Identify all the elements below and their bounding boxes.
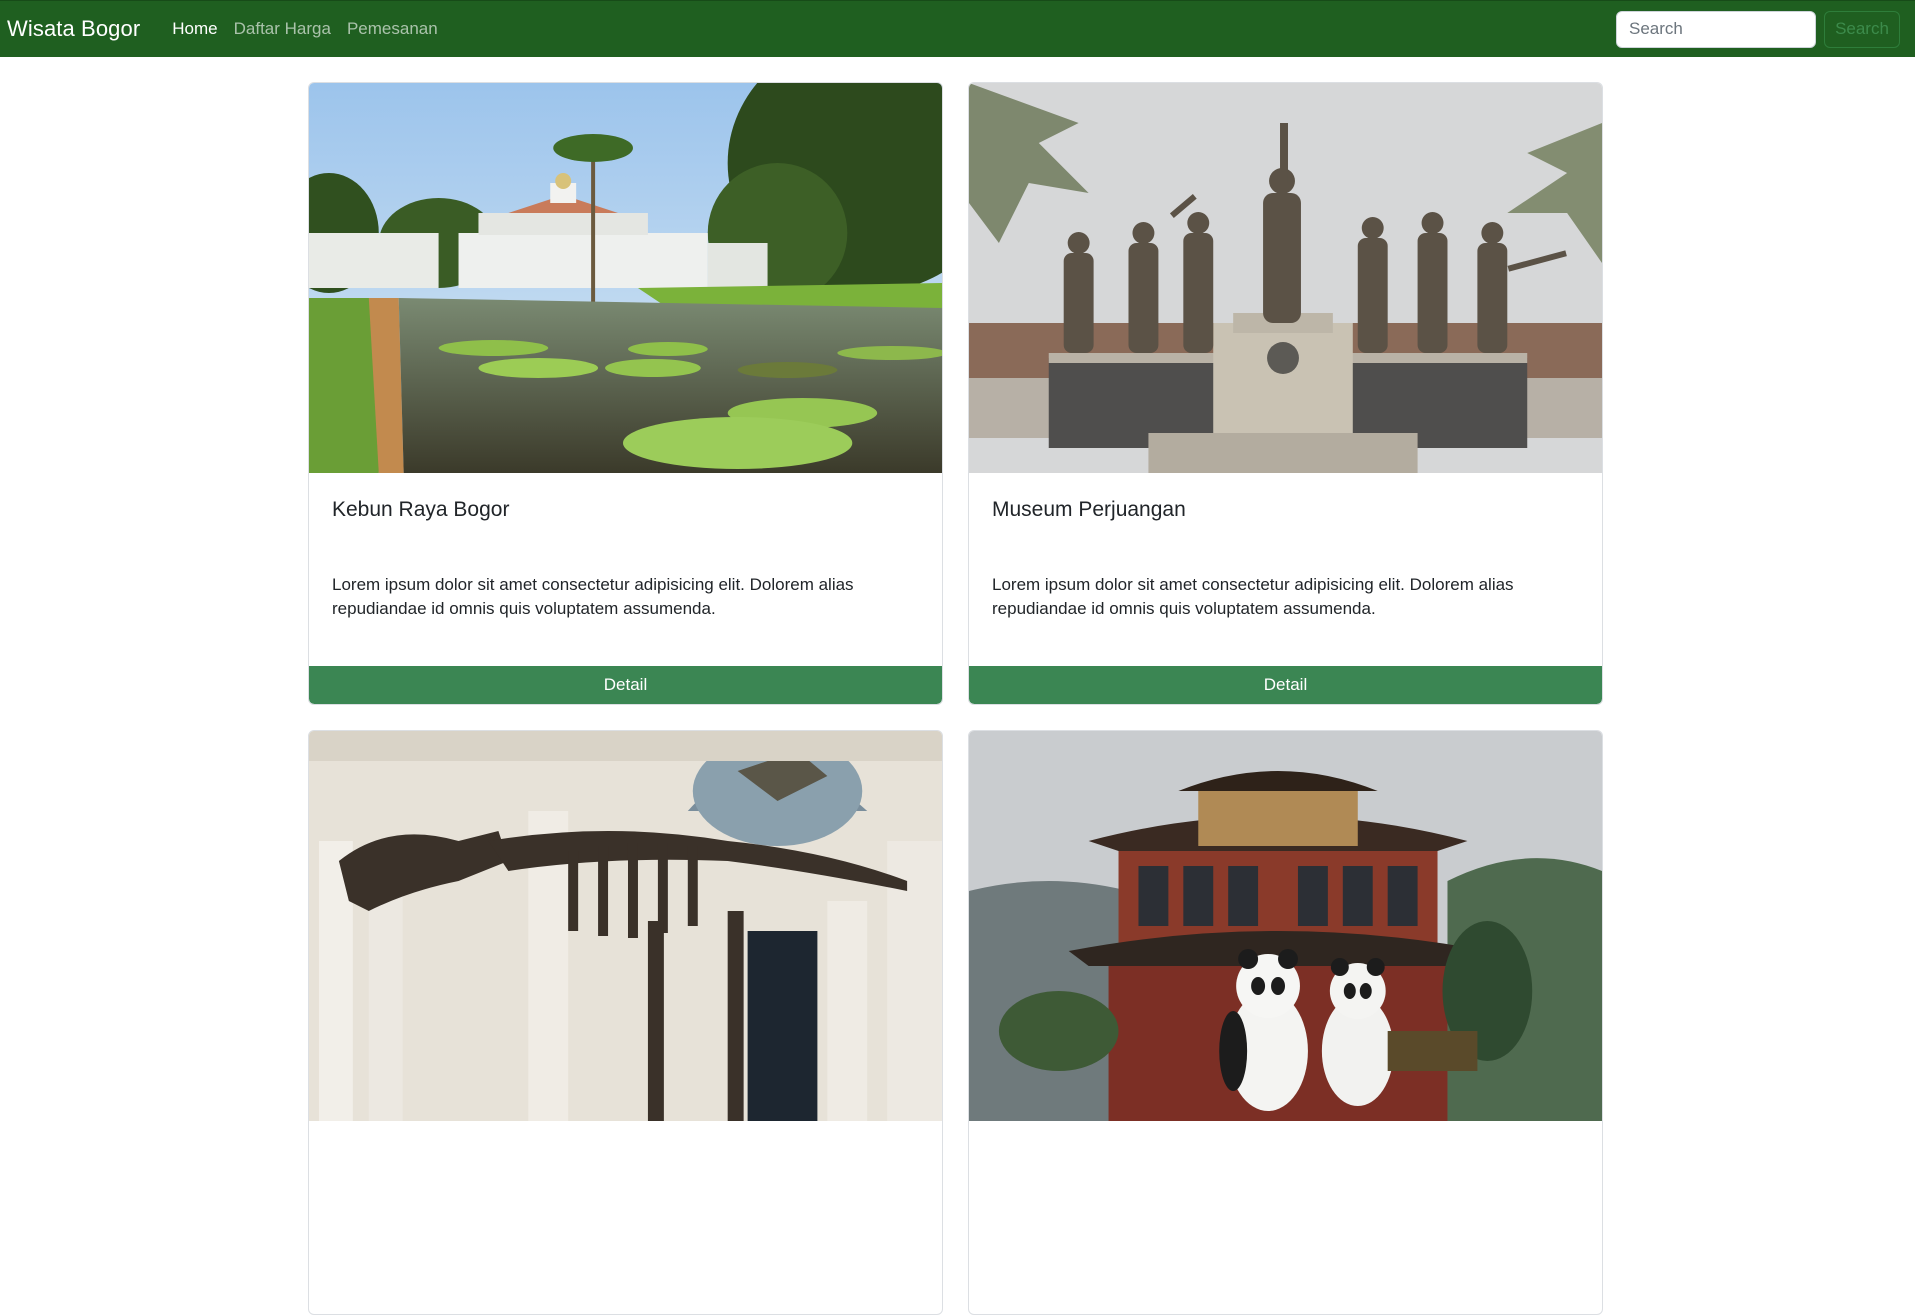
dinosaur-skeleton-museum-photo [309,731,942,1121]
card-image [969,731,1602,1121]
card-text: Lorem ipsum dolor sit amet consectetur a… [332,575,854,618]
search-button[interactable]: Search [1824,10,1900,48]
card-museum-perjuangan: Museum Perjuangan Lorem ipsum dolor sit … [968,82,1603,705]
card-image [969,83,1602,473]
card-taman-safari [968,730,1603,1315]
botanical-garden-palace-photo [309,83,942,473]
card-kebun-raya-bogor: Kebun Raya Bogor Lorem ipsum dolor sit a… [308,82,943,705]
card-image [309,83,942,473]
nav-link-home[interactable]: Home [164,19,225,39]
pagoda-panda-statue-photo [969,731,1602,1121]
brand-logo-text[interactable]: Wisata Bogor [7,16,140,42]
nav-links: Home Daftar Harga Pemesanan [164,19,445,39]
card-title: Museum Perjuangan [992,498,1186,521]
nav-link-pemesanan[interactable]: Pemesanan [339,19,446,39]
detail-button[interactable]: Detail [309,666,942,704]
card-title: Kebun Raya Bogor [332,498,510,521]
detail-button[interactable]: Detail [969,666,1602,704]
nav-link-daftar-harga[interactable]: Daftar Harga [226,19,339,39]
navbar: Wisata Bogor Home Daftar Harga Pemesanan… [0,0,1915,57]
card-museum-zoologi [308,730,943,1315]
card-body: Kebun Raya Bogor Lorem ipsum dolor sit a… [309,473,942,666]
card-body [309,1121,942,1314]
card-image [309,731,942,1121]
card-body: Museum Perjuangan Lorem ipsum dolor sit … [969,473,1602,666]
statue-monument-photo [969,83,1602,473]
card-body [969,1121,1602,1314]
card-text: Lorem ipsum dolor sit amet consectetur a… [992,575,1514,618]
search-input[interactable] [1616,10,1816,48]
card-grid: Kebun Raya Bogor Lorem ipsum dolor sit a… [308,82,1603,1315]
search-form: Search [1616,10,1908,48]
